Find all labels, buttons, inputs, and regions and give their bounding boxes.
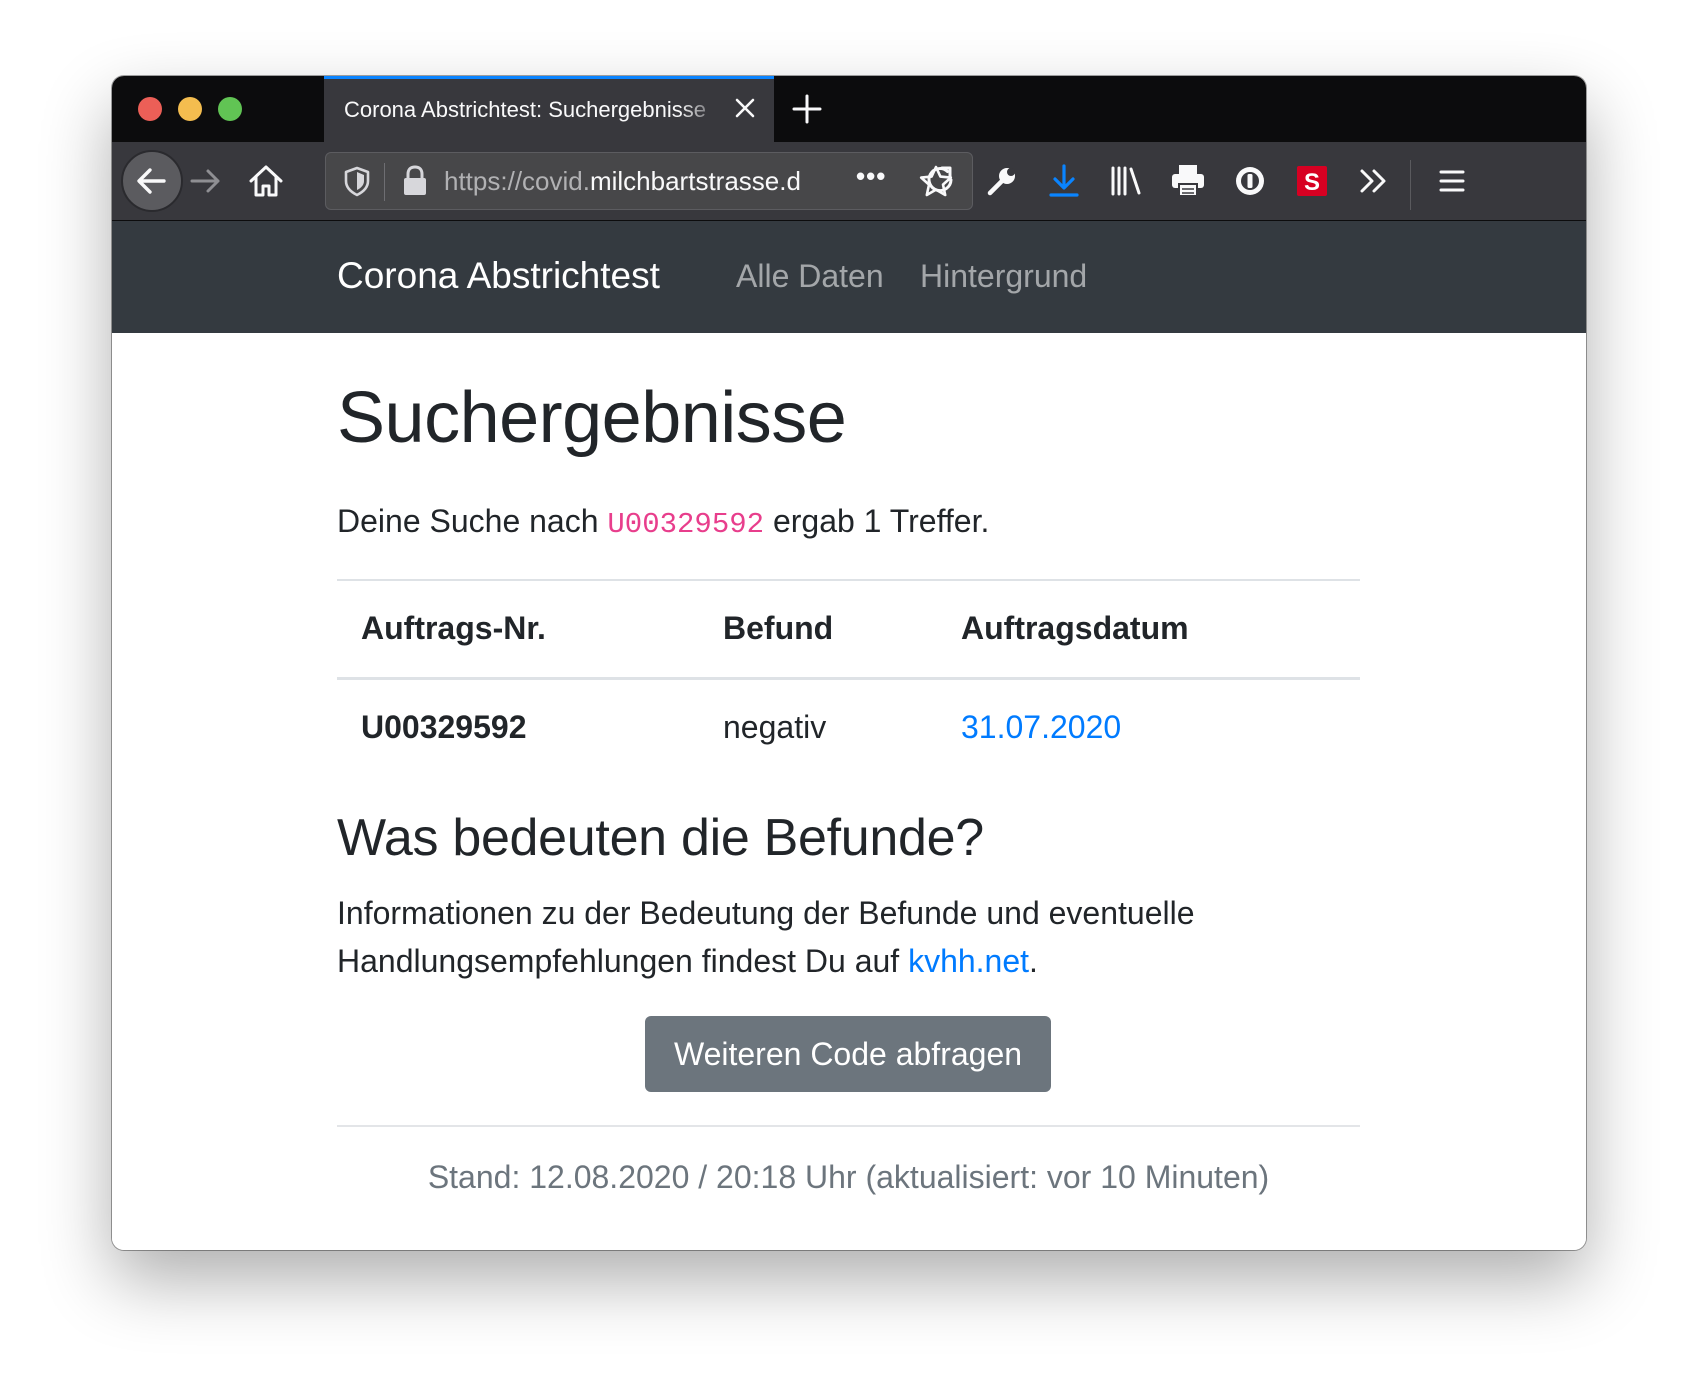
- page-title: Suchergebnisse: [337, 378, 847, 458]
- minimize-window-button[interactable]: [178, 97, 202, 121]
- library-icon[interactable]: [1104, 159, 1148, 203]
- site-brand[interactable]: Corona Abstrichtest: [337, 255, 660, 297]
- nav-link-hintergrund[interactable]: Hintergrund: [920, 258, 1087, 295]
- download-icon[interactable]: [1042, 159, 1086, 203]
- tab-active[interactable]: Corona Abstrichtest: Suchergebnisse: [324, 76, 774, 142]
- search-summary-prefix: Deine Suche nach: [337, 503, 608, 539]
- tab-strip: Corona Abstrichtest: Suchergebnisse: [112, 76, 1586, 142]
- extension-icon[interactable]: [1228, 159, 1272, 203]
- date-link[interactable]: 31.07.2020: [961, 709, 1121, 745]
- reload-icon[interactable]: [918, 158, 962, 202]
- cell-auftragsdatum: 31.07.2020: [937, 678, 1360, 776]
- cell-befund: negativ: [723, 709, 827, 746]
- url-separator: [384, 163, 385, 201]
- table-header-row: Auftrags-Nr. Befund Auftragsdatum: [337, 580, 1360, 678]
- web-page: Corona Abstrichtest Alle Daten Hintergru…: [112, 221, 1586, 1250]
- status-footer: Stand: 12.08.2020 / 20:18 Uhr (aktualisi…: [427, 1159, 1270, 1195]
- page-actions-icon[interactable]: •••: [856, 161, 886, 192]
- site-navbar: Corona Abstrichtest Alle Daten Hintergru…: [112, 221, 1586, 333]
- back-icon: [137, 168, 166, 194]
- url-host: milchbartstrasse.d: [589, 166, 801, 196]
- header-auftrags-nr: Auftrags-Nr.: [361, 610, 546, 647]
- nav-link-alle-daten[interactable]: Alle Daten: [736, 258, 884, 295]
- kvhh-link[interactable]: kvhh.net: [908, 943, 1029, 979]
- toolbar-separator: [1410, 160, 1411, 210]
- query-code-button[interactable]: Weiteren Code abfragen: [645, 1016, 1051, 1092]
- menu-icon[interactable]: [1430, 159, 1474, 203]
- forward-icon[interactable]: [184, 159, 228, 203]
- cell-auftrags-nr: U00329592: [361, 709, 527, 746]
- svg-text:S: S: [1304, 169, 1320, 196]
- results-table: Auftrags-Nr. Befund Auftragsdatum U00329…: [337, 579, 1360, 776]
- info-text: Informationen zu der Bedeutung der Befun…: [337, 889, 1360, 985]
- search-summary-suffix: ergab 1 Treffer.: [764, 503, 990, 539]
- search-summary: Deine Suche nach U00329592 ergab 1 Treff…: [337, 503, 989, 541]
- url-text[interactable]: https://covid.milchbartstrasse.d: [444, 166, 844, 197]
- new-tab-icon[interactable]: [790, 92, 824, 126]
- shield-icon[interactable]: [338, 162, 376, 205]
- home-icon[interactable]: [244, 159, 288, 203]
- search-code: U00329592: [607, 508, 765, 541]
- back-button[interactable]: [121, 150, 183, 212]
- browser-window: Corona Abstrichtest: Suchergebnisse http…: [112, 76, 1586, 1250]
- section-title: Was bedeuten die Befunde?: [337, 809, 984, 867]
- header-auftragsdatum: Auftragsdatum: [961, 610, 1189, 647]
- close-window-button[interactable]: [138, 97, 162, 121]
- info-text-body: Informationen zu der Bedeutung der Befun…: [337, 895, 1195, 979]
- table-row: U00329592 negativ 31.07.2020: [337, 678, 1360, 776]
- url-scheme: https://covid.: [444, 166, 590, 196]
- tab-title: Corona Abstrichtest: Suchergebnisse: [344, 97, 706, 122]
- divider: [337, 1125, 1360, 1127]
- lock-icon[interactable]: [398, 163, 432, 204]
- print-icon[interactable]: [1166, 159, 1210, 203]
- url-bar[interactable]: https://covid.milchbartstrasse.d •••: [325, 152, 973, 210]
- tab-close-icon[interactable]: [730, 93, 760, 123]
- wrench-icon[interactable]: [980, 159, 1024, 203]
- info-text-end: .: [1029, 943, 1038, 979]
- overflow-icon[interactable]: [1352, 159, 1396, 203]
- maximize-window-button[interactable]: [218, 97, 242, 121]
- header-befund: Befund: [723, 610, 834, 647]
- browser-toolbar: https://covid.milchbartstrasse.d ••• S: [112, 142, 1586, 221]
- s-extension-icon[interactable]: S: [1290, 159, 1334, 203]
